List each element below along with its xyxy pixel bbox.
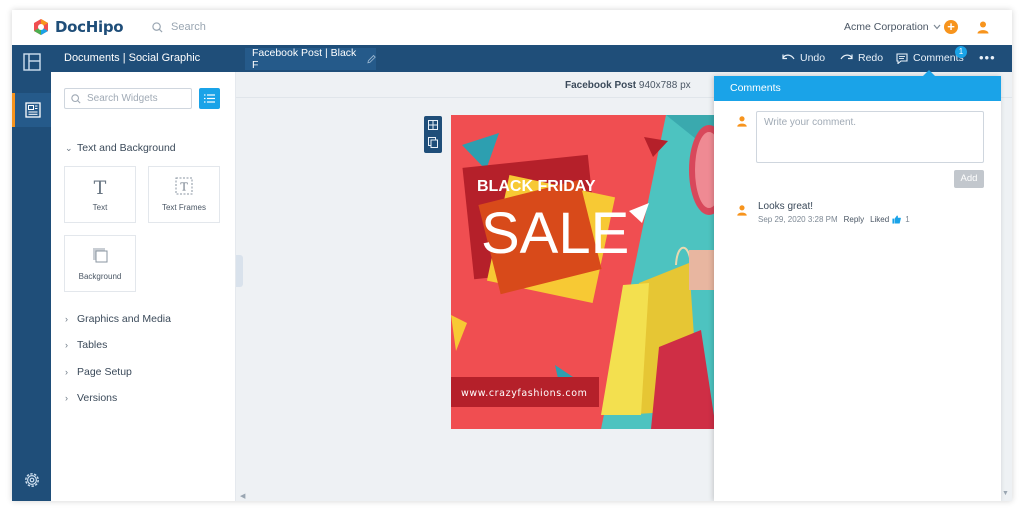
comments-button[interactable]: Comments bbox=[896, 52, 964, 64]
undo-button[interactable]: Undo bbox=[782, 52, 825, 64]
page-tools bbox=[424, 116, 442, 153]
panel-title: Documents | Social Graphic bbox=[64, 52, 201, 64]
chevron-right-icon: › bbox=[65, 340, 68, 350]
tile-label: Background bbox=[78, 272, 122, 281]
section-label: Graphics and Media bbox=[77, 313, 171, 325]
account-name: Acme Corporation bbox=[844, 21, 929, 33]
settings-gear-icon bbox=[24, 473, 39, 487]
liked-label: Liked bbox=[870, 215, 890, 224]
headline-line1[interactable]: BLACK FRIDAY bbox=[477, 178, 596, 195]
dochipo-logo[interactable]: DocHipo bbox=[32, 18, 124, 36]
comment-icon bbox=[896, 52, 908, 64]
section-label: Text and Background bbox=[77, 142, 176, 154]
global-search[interactable]: Search bbox=[152, 21, 206, 33]
chevron-down-icon: ⌄ bbox=[65, 142, 73, 153]
thumbs-up-icon bbox=[892, 215, 902, 224]
text-T-icon: T bbox=[93, 177, 107, 199]
left-rail bbox=[12, 45, 51, 501]
layout-icon bbox=[22, 53, 41, 71]
section-label: Versions bbox=[77, 392, 118, 404]
design-canvas[interactable]: BLACK FRIDAY SALE www.crazyfashions.com bbox=[451, 115, 716, 429]
headline-line2[interactable]: SALE bbox=[481, 201, 629, 266]
like-control[interactable]: Liked 1 bbox=[870, 215, 910, 224]
redo-label: Redo bbox=[858, 52, 884, 64]
tile-label: Text Frames bbox=[161, 203, 206, 212]
duplicate-page-icon[interactable] bbox=[428, 137, 438, 148]
section-versions[interactable]: › Versions bbox=[65, 392, 117, 404]
top-header: DocHipo Search Acme Corporation + bbox=[12, 10, 1012, 45]
comment-meta: Sep 29, 2020 3:28 PM Reply Liked 1 bbox=[758, 215, 910, 224]
comments-panel: Comments Write your comment. Add Looks g… bbox=[714, 70, 1001, 501]
account-switcher[interactable]: Acme Corporation bbox=[844, 21, 941, 33]
background-icon bbox=[93, 248, 108, 263]
like-count: 1 bbox=[905, 215, 910, 224]
search-icon bbox=[152, 21, 163, 33]
plus-icon[interactable]: + bbox=[944, 20, 958, 34]
undo-label: Undo bbox=[800, 52, 826, 64]
widget-tile-background[interactable]: Background bbox=[64, 235, 136, 292]
widgets-panel: Search Widgets ⌄ Text and Background T T… bbox=[51, 72, 236, 501]
undo-icon bbox=[782, 54, 795, 60]
more-options-icon[interactable]: ••• bbox=[979, 50, 996, 65]
doc-type: Facebook Post bbox=[565, 80, 637, 91]
search-placeholder: Search bbox=[171, 21, 206, 33]
comment-input[interactable]: Write your comment. bbox=[756, 111, 984, 163]
panel-collapse-handle[interactable] bbox=[236, 255, 243, 287]
section-text-and-background[interactable]: ⌄ Text and Background bbox=[65, 142, 176, 154]
document-name-tab[interactable]: Facebook Post | Black F bbox=[245, 47, 376, 71]
rail-item-settings[interactable] bbox=[12, 463, 51, 497]
section-label: Tables bbox=[77, 339, 108, 351]
section-graphics-and-media[interactable]: › Graphics and Media bbox=[65, 313, 171, 325]
comment-timestamp: Sep 29, 2020 3:28 PM bbox=[758, 215, 838, 224]
chevron-down-icon bbox=[933, 24, 941, 30]
redo-icon bbox=[840, 54, 853, 60]
user-avatar-icon bbox=[737, 116, 747, 127]
chevron-right-icon: › bbox=[65, 393, 68, 403]
editor-toolbar: Documents | Social Graphic Facebook Post… bbox=[12, 45, 1012, 72]
tile-label: Text bbox=[92, 203, 108, 212]
text-frame-icon: T bbox=[175, 177, 193, 195]
rail-item-layouts[interactable] bbox=[12, 45, 51, 79]
add-page-icon[interactable] bbox=[428, 120, 438, 130]
canvas-size-label: Facebook Post 940x788 px bbox=[565, 80, 691, 91]
widget-search-placeholder: Search Widgets bbox=[87, 93, 158, 104]
svg-text:T: T bbox=[180, 181, 188, 194]
website-url[interactable]: www.crazyfashions.com bbox=[461, 388, 587, 399]
doc-size: 940x788 px bbox=[638, 80, 691, 91]
list-view-button[interactable] bbox=[199, 88, 220, 109]
section-label: Page Setup bbox=[77, 366, 132, 378]
rail-item-documents[interactable] bbox=[12, 93, 51, 127]
redo-button[interactable]: Redo bbox=[840, 52, 883, 64]
scroll-left-arrow-icon[interactable]: ◀ bbox=[240, 492, 245, 500]
list-view-icon bbox=[204, 94, 215, 103]
design-artwork: BLACK FRIDAY SALE www.crazyfashions.com bbox=[451, 115, 716, 429]
add-comment-button[interactable]: Add bbox=[954, 170, 984, 188]
widget-tile-text[interactable]: T Text bbox=[64, 166, 136, 223]
document-name: Facebook Post | Black F bbox=[252, 47, 357, 71]
chevron-right-icon: › bbox=[65, 314, 68, 324]
commenter-avatar-icon bbox=[737, 205, 747, 216]
comments-panel-header: Comments bbox=[714, 76, 1001, 101]
reply-link[interactable]: Reply bbox=[844, 215, 864, 224]
section-page-setup[interactable]: › Page Setup bbox=[65, 366, 132, 378]
search-icon bbox=[71, 93, 81, 104]
chevron-right-icon: › bbox=[65, 367, 68, 377]
logo-text: DocHipo bbox=[55, 18, 124, 36]
widget-search-input[interactable]: Search Widgets bbox=[64, 88, 192, 109]
app-window: DocHipo Search Acme Corporation + Docume… bbox=[12, 10, 1012, 501]
user-icon[interactable] bbox=[976, 20, 990, 34]
widget-tile-text-frames[interactable]: T Text Frames bbox=[148, 166, 220, 223]
logo-mark-icon bbox=[34, 19, 48, 35]
scroll-down-arrow-icon[interactable]: ▼ bbox=[1002, 490, 1009, 497]
comments-count-badge: 1 bbox=[955, 46, 967, 58]
pencil-edit-icon[interactable] bbox=[366, 54, 376, 64]
comment-text: Looks great! bbox=[758, 201, 814, 212]
document-icon bbox=[25, 102, 41, 118]
section-tables[interactable]: › Tables bbox=[65, 339, 107, 351]
